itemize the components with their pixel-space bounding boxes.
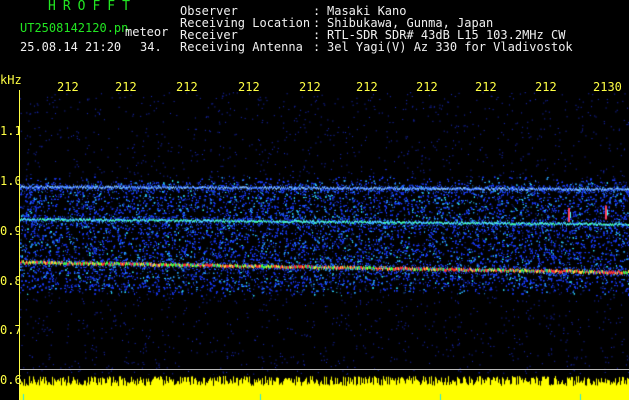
info-label-antenna: Receiving Antenna xyxy=(180,40,303,54)
y-axis-unit: kHz xyxy=(0,73,22,87)
count-label: 34. xyxy=(140,40,162,54)
mode-label: meteor xyxy=(125,25,169,39)
baseline-divider xyxy=(20,369,629,370)
filename-label: UT2508142120.pn xyxy=(20,21,129,35)
brand-title: HROFFT xyxy=(48,0,137,14)
power-level-bar xyxy=(20,374,629,400)
spectrogram-plot xyxy=(20,92,629,375)
datetime-label: 25.08.14 21:20 xyxy=(20,40,122,54)
info-value-antenna: 3el Yagi(V) Az 330 for Vladivostok xyxy=(327,40,573,54)
hrofft-window: HROFFT UT2508142120.pn meteor 25.08.14 2… xyxy=(0,0,629,400)
info-sep: : xyxy=(313,40,321,54)
